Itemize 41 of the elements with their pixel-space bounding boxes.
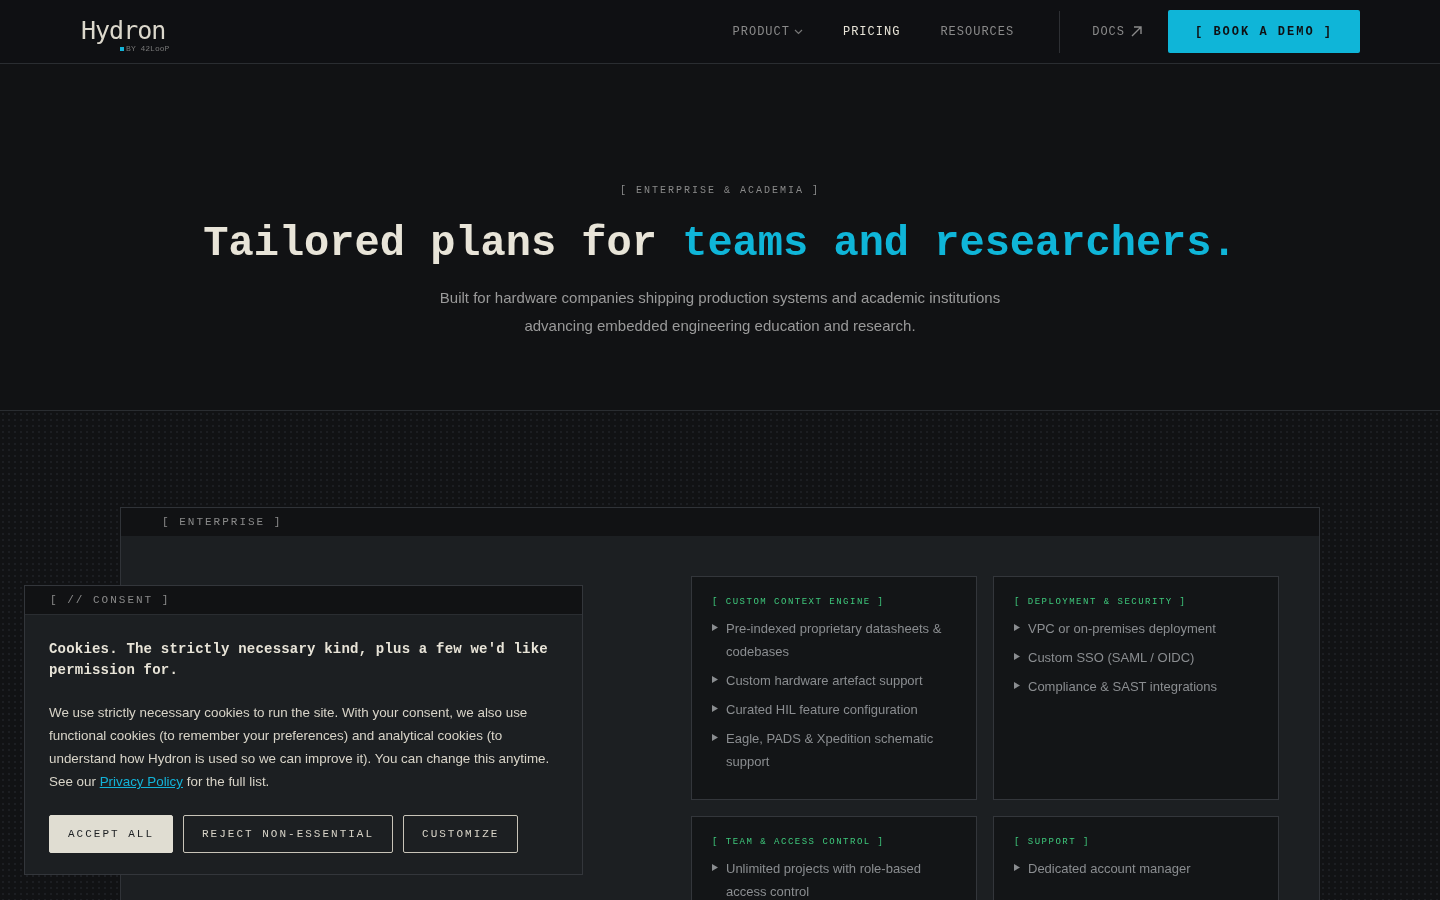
consent-button[interactable]: CUSTOMIZE: [403, 815, 519, 853]
feature-item: Compliance & SAST integrations: [1028, 678, 1218, 696]
triangle-bullet-icon: [712, 705, 718, 712]
feature-heading: [ SUPPORT ]: [1014, 837, 1091, 847]
banner-heading: Cookies. The strictly necessary kind, plus a few we'd like permission for.: [49, 640, 549, 680]
feature-heading: [ TEAM & ACCESS CONTROL ]: [712, 837, 886, 847]
feature-item: Curated HIL feature configuration: [726, 701, 918, 719]
triangle-bullet-icon: [712, 624, 718, 631]
feature-item: Custom SSO (SAML / OIDC): [1028, 649, 1195, 667]
feature-item: Pre-indexed proprietary datasheets & codebases: [726, 620, 943, 661]
consent-button[interactable]: REJECT NON-ESSENTIAL: [183, 815, 394, 853]
book-demo-button[interactable]: [ BOOK A DEMO ]: [1168, 10, 1360, 53]
consent-button[interactable]: ACCEPT ALL: [49, 815, 173, 853]
triangle-bullet-icon: [712, 864, 718, 871]
feature-item: VPC or on-premises deployment: [1028, 620, 1216, 638]
feature-item: Eagle, PADS & Xpedition schematic support: [726, 730, 935, 771]
hero-subtitle: Built for hardware companies shipping production systems and academic institutions advancing embedded engineering education and research.: [438, 288, 1002, 336]
plan-tag: [ ENTERPRISE ]: [162, 516, 283, 528]
nav-link[interactable]: PRODUCT: [732, 24, 803, 39]
feature-heading: [ CUSTOM CONTEXT ENGINE ]: [712, 597, 886, 607]
logo-byline: BY 42LooP: [120, 44, 170, 53]
triangle-bullet-icon: [1014, 653, 1020, 660]
nav-link[interactable]: RESOURCES: [940, 24, 1015, 39]
triangle-bullet-icon: [1014, 682, 1020, 689]
banner-tag: [ // CONSENT ]: [50, 594, 171, 606]
logo-wordmark[interactable]: Hydron: [81, 18, 166, 44]
arrow-up-right-icon: [1131, 26, 1142, 37]
feature-heading: [ DEPLOYMENT & SECURITY ]: [1014, 597, 1188, 607]
triangle-bullet-icon: [712, 734, 718, 741]
hero-heading: Tailored plans for teams and researchers.: [203, 220, 1237, 268]
triangle-bullet-icon: [1014, 864, 1020, 871]
feature-item: Dedicated account manager: [1028, 860, 1191, 878]
triangle-bullet-icon: [1014, 624, 1020, 631]
feature-item: Custom hardware artefact support: [726, 672, 923, 690]
docs-link[interactable]: DOCS: [1092, 24, 1142, 39]
section-eyebrow: [ ENTERPRISE & ACADEMIA ]: [620, 185, 820, 196]
nav-link[interactable]: PRICING: [842, 24, 901, 39]
privacy-policy-link[interactable]: Privacy Policy: [99, 774, 183, 789]
triangle-bullet-icon: [712, 676, 718, 683]
feature-item: Unlimited projects with role-based access control: [726, 860, 923, 900]
banner-text: We use strictly necessary cookies to run the site. With your consent, we also use functional cookies (to remember your preferences) and analytical cookies (to understand how Hydron is used so we can improve it). You can change this anytime. See our Privacy Policy for the full list.: [49, 704, 551, 791]
